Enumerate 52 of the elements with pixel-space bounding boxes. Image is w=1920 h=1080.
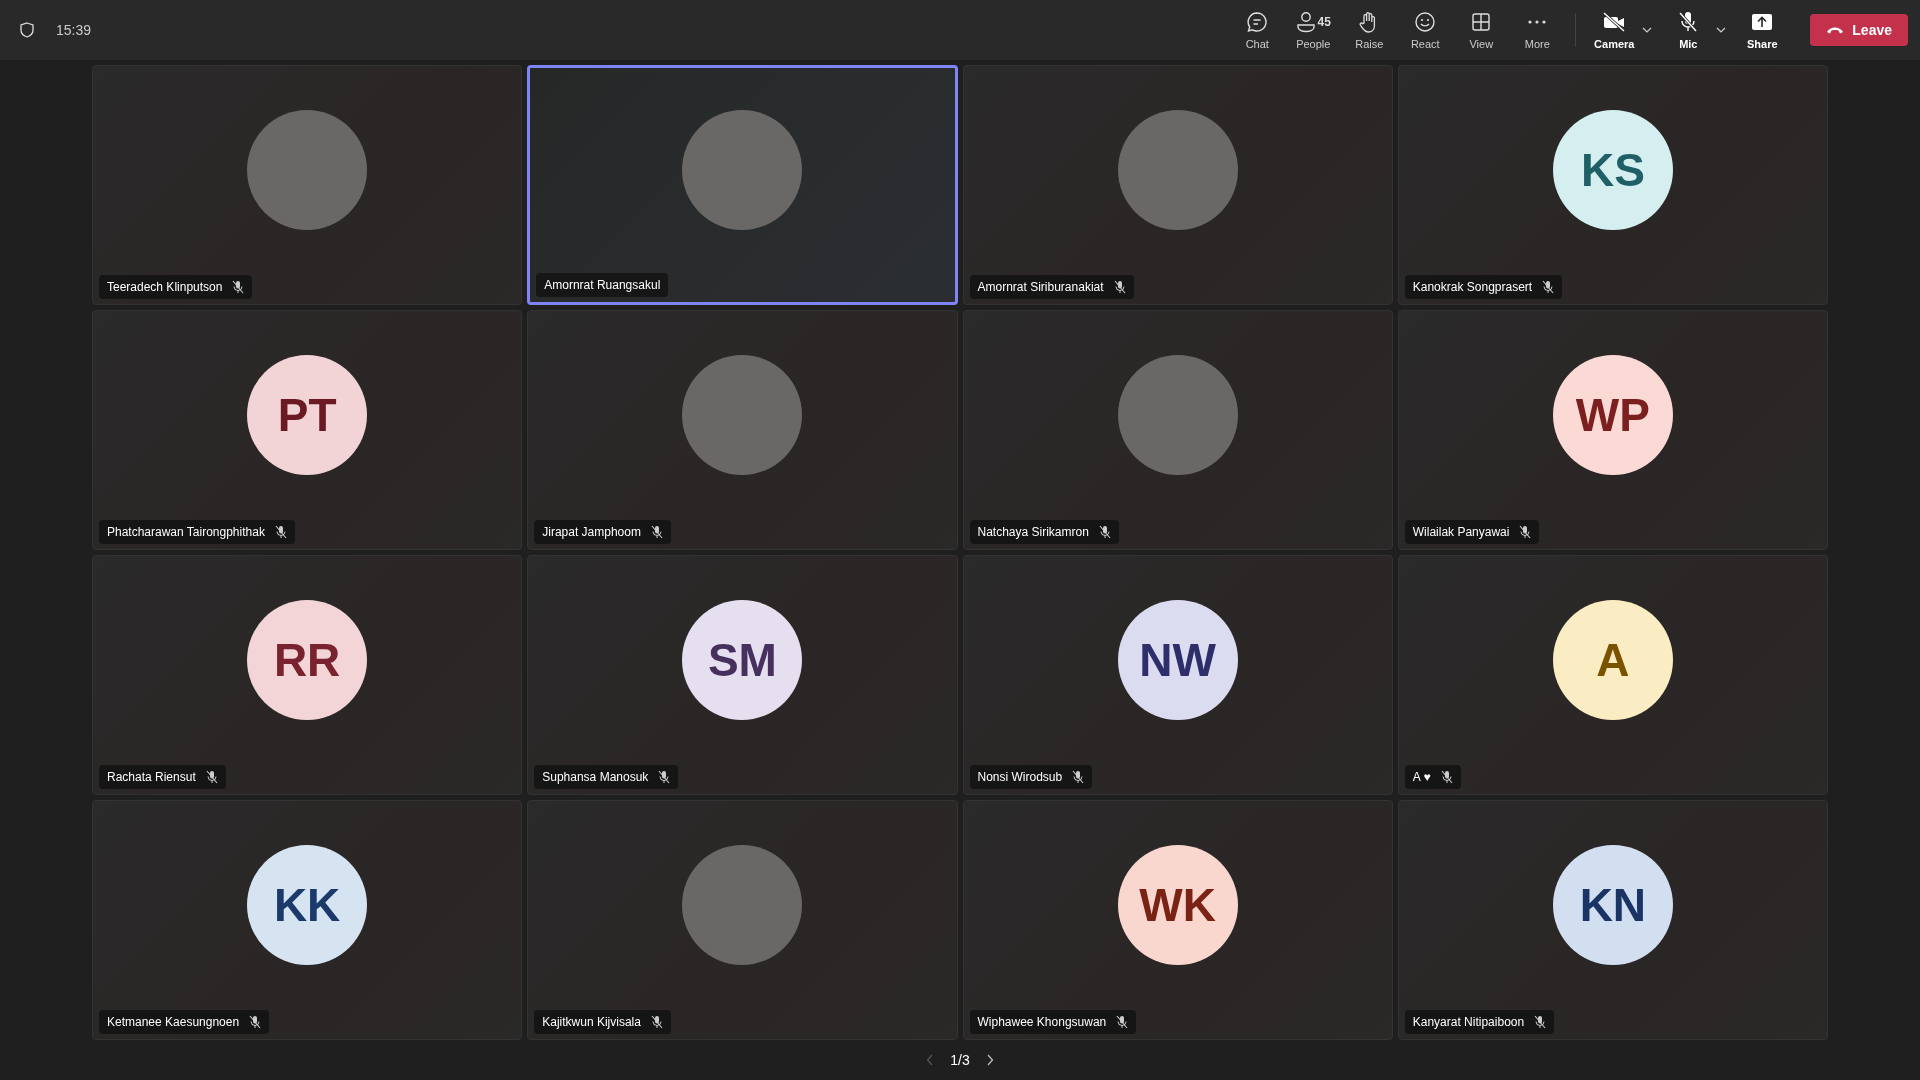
mic-button[interactable]: Mic [1662, 6, 1715, 54]
participant-name: Amornrat Siriburanakiat [977, 280, 1104, 294]
participant-name: A ♥ [1412, 770, 1431, 784]
people-icon [1295, 11, 1316, 33]
meeting-time: 15:39 [56, 22, 92, 38]
camera-button[interactable]: Camera [1588, 6, 1641, 54]
initials-avatar: KK [247, 845, 368, 965]
participant-name: Kajitkwun Kijvisala [542, 1015, 641, 1029]
view-button[interactable]: View [1455, 6, 1508, 54]
share-icon [1751, 13, 1774, 31]
participant-count: 45 [1317, 15, 1331, 29]
participant-name: Wilailak Panyawai [1412, 525, 1510, 539]
chat-icon [1246, 11, 1269, 33]
grid-icon [1471, 12, 1492, 32]
initials-avatar: PT [247, 355, 368, 475]
initials-avatar: KS [1552, 110, 1673, 230]
chevron-down-icon[interactable] [1716, 27, 1727, 33]
chevron-down-icon[interactable] [1642, 27, 1653, 33]
participant-name: Phatcharawan Tairongphithak [107, 525, 265, 539]
chat-button[interactable]: Chat [1231, 6, 1284, 54]
raise-button[interactable]: Raise [1343, 6, 1396, 54]
next-page-icon[interactable] [985, 1054, 994, 1066]
page-indicator: 1/3 [950, 1052, 970, 1068]
participant-name: Kanyarat Nitipaiboon [1412, 1015, 1525, 1029]
participant-name: Suphansa Manosuk [542, 770, 649, 784]
participant-name: Jirapat Jamphoom [542, 525, 641, 539]
participant-name: Rachata Riensut [107, 770, 196, 784]
initials-avatar: KN [1552, 845, 1673, 965]
people-button[interactable]: 45 People [1287, 6, 1340, 54]
participant-name: Teeradech Klinputson [107, 280, 223, 294]
initials-avatar: SM [682, 600, 803, 720]
leave-button[interactable]: Leave [1810, 14, 1908, 46]
more-icon [1527, 19, 1548, 25]
participant-name: Kanokrak Songprasert [1412, 280, 1533, 294]
participant-name: Nonsi Wirodsub [977, 770, 1063, 784]
initials-avatar: WK [1117, 845, 1238, 965]
share-button[interactable]: Share [1736, 6, 1789, 54]
initials-avatar: WP [1552, 355, 1673, 475]
phone-hangup-icon [1826, 26, 1845, 34]
more-button[interactable]: More [1511, 6, 1564, 54]
initials-avatar: RR [247, 600, 368, 720]
camera-off-icon [1602, 12, 1627, 32]
initials-avatar: NW [1117, 600, 1238, 720]
participant-name: Wiphawee Khongsuwan [977, 1015, 1107, 1029]
participant-name: Ketmanee Kaesungnoen [107, 1015, 240, 1029]
participant-name: Natchaya Sirikamron [977, 525, 1089, 539]
participant-name: Amornrat Ruangsakul [544, 278, 661, 292]
smiley-icon [1414, 11, 1437, 33]
react-button[interactable]: React [1399, 6, 1452, 54]
microphone-off-icon [1678, 11, 1699, 33]
initials-avatar: A [1552, 600, 1673, 720]
shield-icon [20, 22, 34, 38]
